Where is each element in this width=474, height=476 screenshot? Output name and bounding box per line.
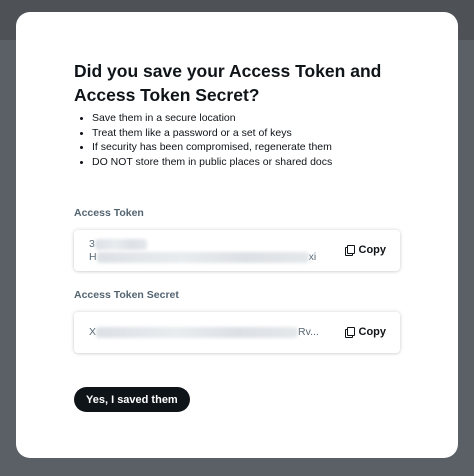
token-line2-prefix: H <box>89 251 97 263</box>
save-token-dialog: Did you save your Access Token and Acces… <box>16 12 458 458</box>
redacted-blur <box>94 238 147 250</box>
token-line2-suffix: xi <box>308 251 317 263</box>
tip-item: DO NOT store them in public places or sh… <box>79 155 333 168</box>
copy-icon <box>344 245 355 256</box>
redacted-blur <box>96 251 309 263</box>
access-token-secret-label: Access Token Secret <box>74 289 179 301</box>
copy-access-token-secret-button[interactable]: Copy <box>344 326 387 338</box>
access-token-value[interactable]: 3 Hxi <box>89 238 316 264</box>
copy-access-token-button[interactable]: Copy <box>344 244 387 256</box>
tip-item: If security has been compromised, regene… <box>79 141 332 153</box>
access-token-label: Access Token <box>74 207 144 219</box>
access-token-secret-card: X Rv... Copy <box>74 312 400 353</box>
token-line1-prefix: 3 <box>89 238 95 250</box>
tip-item: Treat them like a password or a set of k… <box>79 126 332 141</box>
access-token-card: 3 Hxi Copy <box>74 230 400 271</box>
dialog-title: Did you save your Access Token and Acces… <box>74 61 382 105</box>
access-token-secret-value[interactable]: X Rv... <box>89 326 319 339</box>
redacted-blur <box>96 326 299 338</box>
copy-label: Copy <box>358 244 387 256</box>
tip-item: Save them in a secure location <box>79 111 332 126</box>
copy-label: Copy <box>358 326 387 338</box>
security-tips-list: Save them in a secure location Treat the… <box>74 111 332 169</box>
copy-icon <box>344 327 355 338</box>
secret-suffix: Rv... <box>298 326 319 338</box>
secret-prefix: X <box>89 326 97 338</box>
confirm-saved-button[interactable]: Yes, I saved them <box>74 387 190 412</box>
